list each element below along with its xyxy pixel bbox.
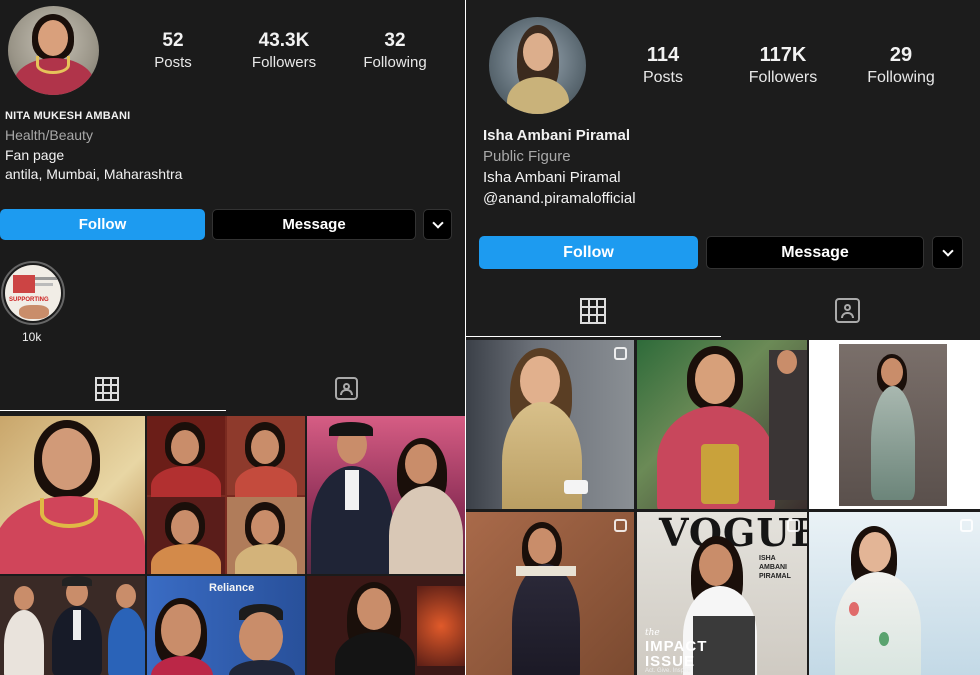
profile-bio-line2: @anand.piramalofficial (483, 190, 636, 207)
profile-category: Public Figure (483, 148, 571, 165)
stat-followers[interactable]: 117K Followers (740, 44, 826, 87)
stat-following[interactable]: 32 Following (355, 30, 435, 71)
carousel-icon (787, 519, 800, 532)
stat-posts-label: Posts (642, 69, 683, 86)
stat-posts-value: 52 (162, 30, 184, 51)
stat-following-value: 29 (889, 44, 913, 66)
post-thumbnail[interactable] (0, 416, 145, 574)
profile-name: NITA MUKESH AMBANI (5, 110, 131, 122)
profile-bio-line1: Isha Ambani Piramal (483, 169, 621, 186)
stat-followers-value: 117K (759, 44, 807, 66)
profile-avatar[interactable] (489, 17, 586, 114)
message-button[interactable]: Message (706, 236, 924, 269)
grid-tab-indicator (0, 410, 226, 411)
post-thumbnail[interactable] (466, 340, 634, 509)
post-thumbnail[interactable] (0, 576, 145, 675)
chevron-down-icon (431, 216, 444, 229)
post-thumbnail[interactable] (307, 576, 465, 675)
stat-followers[interactable]: 43.3K Followers (244, 30, 324, 71)
post-thumbnail[interactable] (466, 512, 634, 675)
grid-icon[interactable] (95, 377, 119, 401)
follow-button[interactable]: Follow (0, 209, 205, 240)
profile-bio-line1: Fan page (5, 147, 65, 163)
story-highlight[interactable]: SUPPORTING (1, 261, 65, 325)
stat-following-label: Following (363, 54, 427, 71)
grid-icon[interactable] (580, 298, 606, 324)
chevron-down-icon (941, 244, 954, 257)
more-options-button[interactable] (932, 236, 963, 269)
carousel-icon (614, 347, 627, 360)
stat-posts-label: Posts (154, 54, 192, 71)
tagged-icon[interactable] (835, 298, 860, 323)
more-options-button[interactable] (423, 209, 452, 240)
stat-followers-label: Followers (748, 69, 818, 86)
post-thumbnail[interactable] (307, 416, 465, 574)
profile-panel-isha: 114 Posts 117K Followers 29 Following Is… (466, 0, 980, 675)
follow-button[interactable]: Follow (479, 236, 698, 269)
stat-posts-value: 114 (646, 44, 680, 66)
profile-avatar[interactable] (8, 6, 99, 95)
carousel-icon (960, 519, 973, 532)
post-thumbnail[interactable] (809, 340, 980, 509)
stat-following-value: 32 (384, 30, 406, 51)
post-thumbnail[interactable]: Reliance (147, 576, 305, 675)
stat-followers-label: Followers (251, 54, 317, 71)
stat-following-label: Following (867, 69, 935, 86)
stat-posts[interactable]: 52 Posts (143, 30, 203, 71)
stat-posts[interactable]: 114 Posts (633, 44, 693, 87)
post-thumbnail[interactable] (637, 340, 807, 509)
stat-following[interactable]: 29 Following (858, 44, 944, 87)
post-thumbnail-text: Reliance (209, 582, 255, 594)
profile-panel-nita: 52 Posts 43.3K Followers 32 Following NI… (0, 0, 465, 675)
post-thumbnail[interactable] (809, 512, 980, 675)
post-thumbnail[interactable] (147, 416, 305, 574)
post-thumbnail[interactable]: VOGUE ISHA AMBANI PIRAMAL the IMPACT ISS… (637, 512, 807, 675)
tagged-icon[interactable] (335, 377, 358, 400)
story-highlight-thumb: SUPPORTING (5, 265, 61, 321)
story-highlight-label: 10k (22, 330, 42, 344)
story-highlight-text: SUPPORTING (9, 297, 49, 303)
grid-tab-indicator (466, 336, 721, 337)
profile-name: Isha Ambani Piramal (483, 127, 630, 144)
stat-followers-value: 43.3K (258, 30, 310, 51)
vogue-cover-name: ISHA AMBANI PIRAMAL (759, 555, 791, 580)
profile-category: Health/Beauty (5, 127, 93, 143)
vogue-issue-small: the (645, 628, 660, 638)
vogue-tagline: Act. Give. Inspire (645, 668, 691, 674)
carousel-icon (614, 519, 627, 532)
profile-bio-line2: antila, Mumbai, Maharashtra (5, 166, 183, 182)
message-button[interactable]: Message (212, 209, 416, 240)
